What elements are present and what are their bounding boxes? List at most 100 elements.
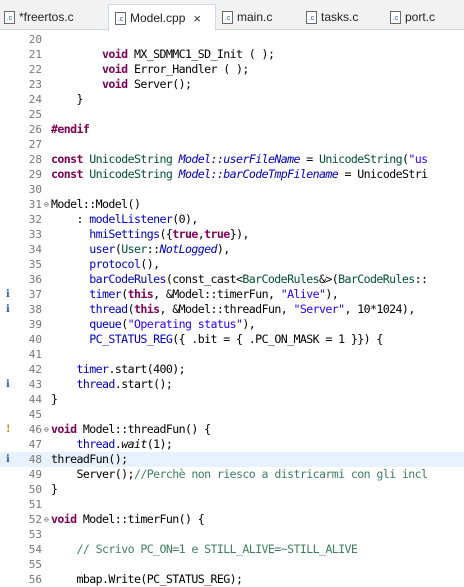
code-line[interactable]: 27 <box>0 137 464 152</box>
code-line[interactable]: 22 void Error_Handler ( ); <box>0 62 464 77</box>
line-number: 37 <box>28 288 42 301</box>
code-text: const UnicodeString Model::userFileName … <box>51 152 428 166</box>
code-text: queue("Operating status"), <box>89 317 256 331</box>
code-text: thread(this, &Model::threadFun, "Server"… <box>89 302 415 316</box>
line-number: 38 <box>28 303 42 316</box>
code-line[interactable]: 34 user(User::NotLogged), <box>0 242 464 257</box>
code-line[interactable]: 55 <box>0 557 464 572</box>
line-number: 27 <box>28 138 42 151</box>
code-text: timer.start(400); <box>76 362 186 376</box>
code-line[interactable]: 51 <box>0 497 464 512</box>
info-marker-icon[interactable]: i <box>6 302 16 317</box>
code-line[interactable]: 52 ⊖ void Model::timerFun() { <box>0 512 464 527</box>
line-number: 51 <box>28 498 42 511</box>
code-line[interactable]: 56 mbap.Write(PC_STATUS_REG); <box>0 572 464 587</box>
tab-freertos[interactable]: .c *freertos.c <box>4 4 104 30</box>
code-text: mbap.Write(PC_STATUS_REG); <box>51 572 243 586</box>
code-text: timer(this, &Model::timerFun, "Alive"), <box>89 287 339 301</box>
info-marker-icon[interactable]: i <box>6 452 16 467</box>
code-line[interactable]: 43 i thread.start(); <box>0 377 464 392</box>
info-marker-icon[interactable]: i <box>6 287 16 302</box>
code-text: hmiSettings({true,true}), <box>89 227 249 241</box>
code-editor[interactable]: 20 21 void MX_SDMMC1_SD_Init ( ); 22 void … <box>0 30 464 586</box>
line-number: 40 <box>28 333 42 346</box>
editor-tab-bar: .c *freertos.c .c Model.cpp × .c main.c … <box>0 0 464 31</box>
code-line[interactable]: 30 <box>0 182 464 197</box>
code-line[interactable]: 48 i threadFun(); <box>0 452 464 467</box>
line-number: 33 <box>28 228 42 241</box>
code-text: void Model::timerFun() { <box>51 512 205 526</box>
code-line[interactable]: 50} <box>0 482 464 497</box>
code-line[interactable]: 29 const UnicodeString Model::barCodeTmpF… <box>0 167 464 182</box>
code-line[interactable]: 26 #endif <box>0 122 464 137</box>
code-line[interactable]: 47 thread.wait(1); <box>0 437 464 452</box>
code-line[interactable]: 49 Server();//Perchè non riesco a distri… <box>0 467 464 482</box>
code-text: barCodeRules(const_cast<BarCodeRules&>(B… <box>89 272 428 286</box>
line-number: 21 <box>28 48 42 61</box>
code-line[interactable]: 54 // Scrivo PC_ON=1 e STILL_ALIVE=~STIL… <box>0 542 464 557</box>
code-line[interactable]: 25 <box>0 107 464 122</box>
code-line[interactable]: 20 <box>0 32 464 47</box>
code-text: threadFun(); <box>51 452 128 466</box>
code-line[interactable]: 41 <box>0 347 464 362</box>
tab-label: tasks.c <box>321 10 359 24</box>
code-line[interactable]: 21 void MX_SDMMC1_SD_Init ( ); <box>0 47 464 62</box>
code-line[interactable]: 46 ⊖! void Model::threadFun() { <box>0 422 464 437</box>
code-text: const UnicodeString Model::barCodeTmpFil… <box>51 167 428 181</box>
line-number: 28 <box>28 153 42 166</box>
tab-label: *freertos.c <box>19 10 74 24</box>
code-line[interactable]: 45 <box>0 407 464 422</box>
c-file-icon: .c <box>115 11 126 25</box>
info-marker-icon[interactable]: i <box>6 377 16 392</box>
tab-port-c[interactable]: .c port.c <box>390 4 464 30</box>
code-text: PC_STATUS_REG({ .bit = { .PC_ON_MASK = 1… <box>89 332 383 346</box>
tab-label: port.c <box>405 10 436 24</box>
code-text: : modelListener(0), <box>51 212 199 226</box>
line-number: 42 <box>28 363 42 376</box>
code-line[interactable]: 38 i thread(this, &Model::threadFun, "Ser… <box>0 302 464 317</box>
code-line[interactable]: 28 const UnicodeString Model::userFileNam… <box>0 152 464 167</box>
code-line[interactable]: 32 : modelListener(0), <box>0 212 464 227</box>
line-number: 35 <box>28 258 42 271</box>
code-line[interactable]: 42 timer.start(400); <box>0 362 464 377</box>
code-text: void Error_Handler ( ); <box>102 62 249 76</box>
code-text: Model::Model() <box>51 197 141 211</box>
code-line[interactable]: 23 void Server(); <box>0 77 464 92</box>
line-number: 56 <box>28 573 42 586</box>
code-line[interactable]: 40 PC_STATUS_REG({ .bit = { .PC_ON_MASK … <box>0 332 464 347</box>
code-line[interactable]: 53 <box>0 527 464 542</box>
c-file-icon: .c <box>4 10 15 24</box>
tab-label: main.c <box>237 10 273 24</box>
code-line[interactable]: 35 protocol(), <box>0 257 464 272</box>
line-number: 22 <box>28 63 42 76</box>
code-line[interactable]: 24 } <box>0 92 464 107</box>
line-number: 49 <box>28 468 42 481</box>
code-line[interactable]: 39 queue("Operating status"), <box>0 317 464 332</box>
code-text: thread.wait(1); <box>76 437 173 451</box>
code-text: } <box>51 92 84 106</box>
line-number: 24 <box>28 93 42 106</box>
code-line[interactable]: 37 i timer(this, &Model::timerFun, "Alive… <box>0 287 464 302</box>
code-line[interactable]: 33 hmiSettings({true,true}), <box>0 227 464 242</box>
line-number: 34 <box>28 243 42 256</box>
code-line[interactable]: 31 ⊖ Model::Model() <box>0 197 464 212</box>
code-text: } <box>51 482 58 496</box>
c-file-icon: .c <box>222 10 233 24</box>
tab-tasks-c[interactable]: .c tasks.c <box>306 4 386 30</box>
tab-model-cpp[interactable]: .c Model.cpp × <box>108 4 216 31</box>
code-text: user(User::NotLogged), <box>89 242 230 256</box>
code-text: } <box>51 392 58 406</box>
c-file-icon: .c <box>306 10 317 24</box>
line-number: 41 <box>28 348 42 361</box>
code-line[interactable]: 44} <box>0 392 464 407</box>
c-file-icon: .c <box>390 10 401 24</box>
code-text: protocol(), <box>89 257 160 271</box>
code-text: Server();//Perchè non riesco a districar… <box>51 467 429 481</box>
code-line[interactable]: 36 barCodeRules(const_cast<BarCodeRules&… <box>0 272 464 287</box>
code-text: // Scrivo PC_ON=1 e STILL_ALIVE=~STILL_A… <box>76 542 358 556</box>
code-text: void Model::threadFun() { <box>51 422 211 436</box>
line-number: 55 <box>28 558 42 571</box>
close-icon[interactable]: × <box>193 11 201 26</box>
tab-main-c[interactable]: .c main.c <box>222 4 302 30</box>
warning-marker-icon[interactable]: ! <box>6 422 16 437</box>
